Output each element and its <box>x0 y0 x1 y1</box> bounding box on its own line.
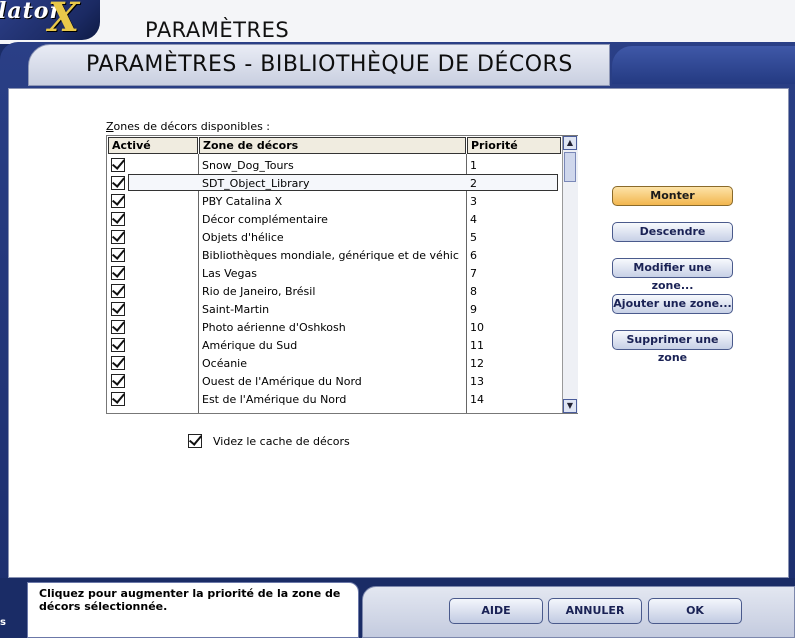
row-zone-name: SDT_Object_Library <box>202 177 310 190</box>
row-zone-name: PBY Catalina X <box>202 195 283 208</box>
row-priority: 5 <box>470 231 477 244</box>
table-row[interactable]: Décor complémentaire 4 <box>108 210 561 228</box>
row-zone-name: Est de l'Amérique du Nord <box>202 393 347 406</box>
cancel-button[interactable]: ANNULER <box>548 598 642 624</box>
dialog-title: PARAMÈTRES - BIBLIOTHÈQUE DE DÉCORS <box>86 52 573 77</box>
column-header-zone[interactable]: Zone de décors <box>199 137 466 154</box>
row-active-checkbox[interactable] <box>111 176 125 190</box>
table-row[interactable]: Ouest de l'Amérique du Nord 13 <box>108 372 561 390</box>
row-priority: 14 <box>470 393 484 406</box>
table-row[interactable]: Est de l'Amérique du Nord 14 <box>108 390 561 408</box>
row-priority: 3 <box>470 195 477 208</box>
ok-button[interactable]: OK <box>648 598 742 624</box>
table-row[interactable]: Las Vegas 7 <box>108 264 561 282</box>
top-header: lator X PARAMÈTRES <box>0 0 795 44</box>
table-row[interactable]: Rio de Janeiro, Brésil 8 <box>108 282 561 300</box>
row-priority: 11 <box>470 339 484 352</box>
row-zone-name: Snow_Dog_Tours <box>202 159 294 172</box>
row-active-checkbox[interactable] <box>111 392 125 406</box>
row-priority: 13 <box>470 375 484 388</box>
row-active-checkbox[interactable] <box>111 284 125 298</box>
row-zone-name: Photo aérienne d'Oshkosh <box>202 321 346 334</box>
row-active-checkbox[interactable] <box>111 248 125 262</box>
clear-cache-label: Videz le cache de décors <box>213 435 350 448</box>
table-row[interactable]: Bibliothèques mondiale, générique et de … <box>108 246 561 264</box>
status-box: Cliquez pour augmenter la priorité de la… <box>27 582 359 638</box>
move-down-button[interactable]: Descendre <box>612 222 733 242</box>
row-active-checkbox[interactable] <box>111 212 125 226</box>
row-priority: 10 <box>470 321 484 334</box>
scenery-list[interactable]: Activé Zone de décors Priorité Snow_Dog_… <box>106 135 578 414</box>
row-active-checkbox[interactable] <box>111 266 125 280</box>
title-bar-accent <box>612 46 795 84</box>
row-active-checkbox[interactable] <box>111 356 125 370</box>
table-row[interactable]: SDT_Object_Library 2 <box>108 174 561 192</box>
row-priority: 7 <box>470 267 477 280</box>
row-priority: 6 <box>470 249 477 262</box>
delete-zone-button[interactable]: Supprimer une zone <box>612 330 733 364</box>
move-up-button[interactable]: Monter <box>612 186 733 206</box>
row-priority: 8 <box>470 285 477 298</box>
clear-cache-checkbox[interactable] <box>188 434 202 448</box>
scroll-down-icon[interactable]: ▼ <box>563 399 577 413</box>
row-active-checkbox[interactable] <box>111 338 125 352</box>
row-priority: 9 <box>470 303 477 316</box>
table-row[interactable]: PBY Catalina X 3 <box>108 192 561 210</box>
row-active-checkbox[interactable] <box>111 158 125 172</box>
scroll-up-icon[interactable]: ▲ <box>563 136 577 150</box>
table-row[interactable]: Photo aérienne d'Oshkosh 10 <box>108 318 561 336</box>
row-priority: 1 <box>470 159 477 172</box>
side-text-fragment: s <box>0 617 6 628</box>
row-active-checkbox[interactable] <box>111 320 125 334</box>
row-zone-name: Océanie <box>202 357 248 370</box>
app-logo: lator X <box>0 0 100 40</box>
help-button[interactable]: AIDE <box>449 598 543 624</box>
status-text: Cliquez pour augmenter la priorité de la… <box>39 587 341 613</box>
column-header-priority[interactable]: Priorité <box>467 137 561 154</box>
row-active-checkbox[interactable] <box>111 374 125 388</box>
column-header-active[interactable]: Activé <box>108 137 198 154</box>
row-active-checkbox[interactable] <box>111 230 125 244</box>
row-zone-name: Bibliothèques mondiale, générique et de … <box>202 249 459 262</box>
table-row[interactable]: Océanie 12 <box>108 354 561 372</box>
row-zone-name: Ouest de l'Amérique du Nord <box>202 375 362 388</box>
list-rows: Snow_Dog_Tours 1 SDT_Object_Library 2 PBY Ca… <box>108 156 561 408</box>
row-zone-name: Objets d'hélice <box>202 231 284 244</box>
table-row[interactable]: Snow_Dog_Tours 1 <box>108 156 561 174</box>
row-zone-name: Las Vegas <box>202 267 257 280</box>
row-priority: 12 <box>470 357 484 370</box>
row-zone-name: Rio de Janeiro, Brésil <box>202 285 316 298</box>
row-priority: 2 <box>470 177 477 190</box>
row-active-checkbox[interactable] <box>111 194 125 208</box>
row-priority: 4 <box>470 213 477 226</box>
page-title: PARAMÈTRES <box>145 18 290 42</box>
row-zone-name: Décor complémentaire <box>202 213 328 226</box>
list-scrollbar[interactable]: ▲ ▼ <box>562 136 578 413</box>
table-row[interactable]: Saint-Martin 9 <box>108 300 561 318</box>
scroll-thumb[interactable] <box>564 152 576 182</box>
list-label: Zones de décors disponibles : <box>106 120 271 133</box>
edit-zone-button[interactable]: Modifier une zone... <box>612 258 733 292</box>
checkmark-icon[interactable] <box>188 434 202 448</box>
table-row[interactable]: Amérique du Sud 11 <box>108 336 561 354</box>
row-active-checkbox[interactable] <box>111 302 125 316</box>
row-zone-name: Saint-Martin <box>202 303 270 316</box>
add-zone-button[interactable]: Ajouter une zone... <box>612 294 733 314</box>
table-row[interactable]: Objets d'hélice 5 <box>108 228 561 246</box>
row-zone-name: Amérique du Sud <box>202 339 298 352</box>
logo-x-mark: X <box>48 0 80 40</box>
